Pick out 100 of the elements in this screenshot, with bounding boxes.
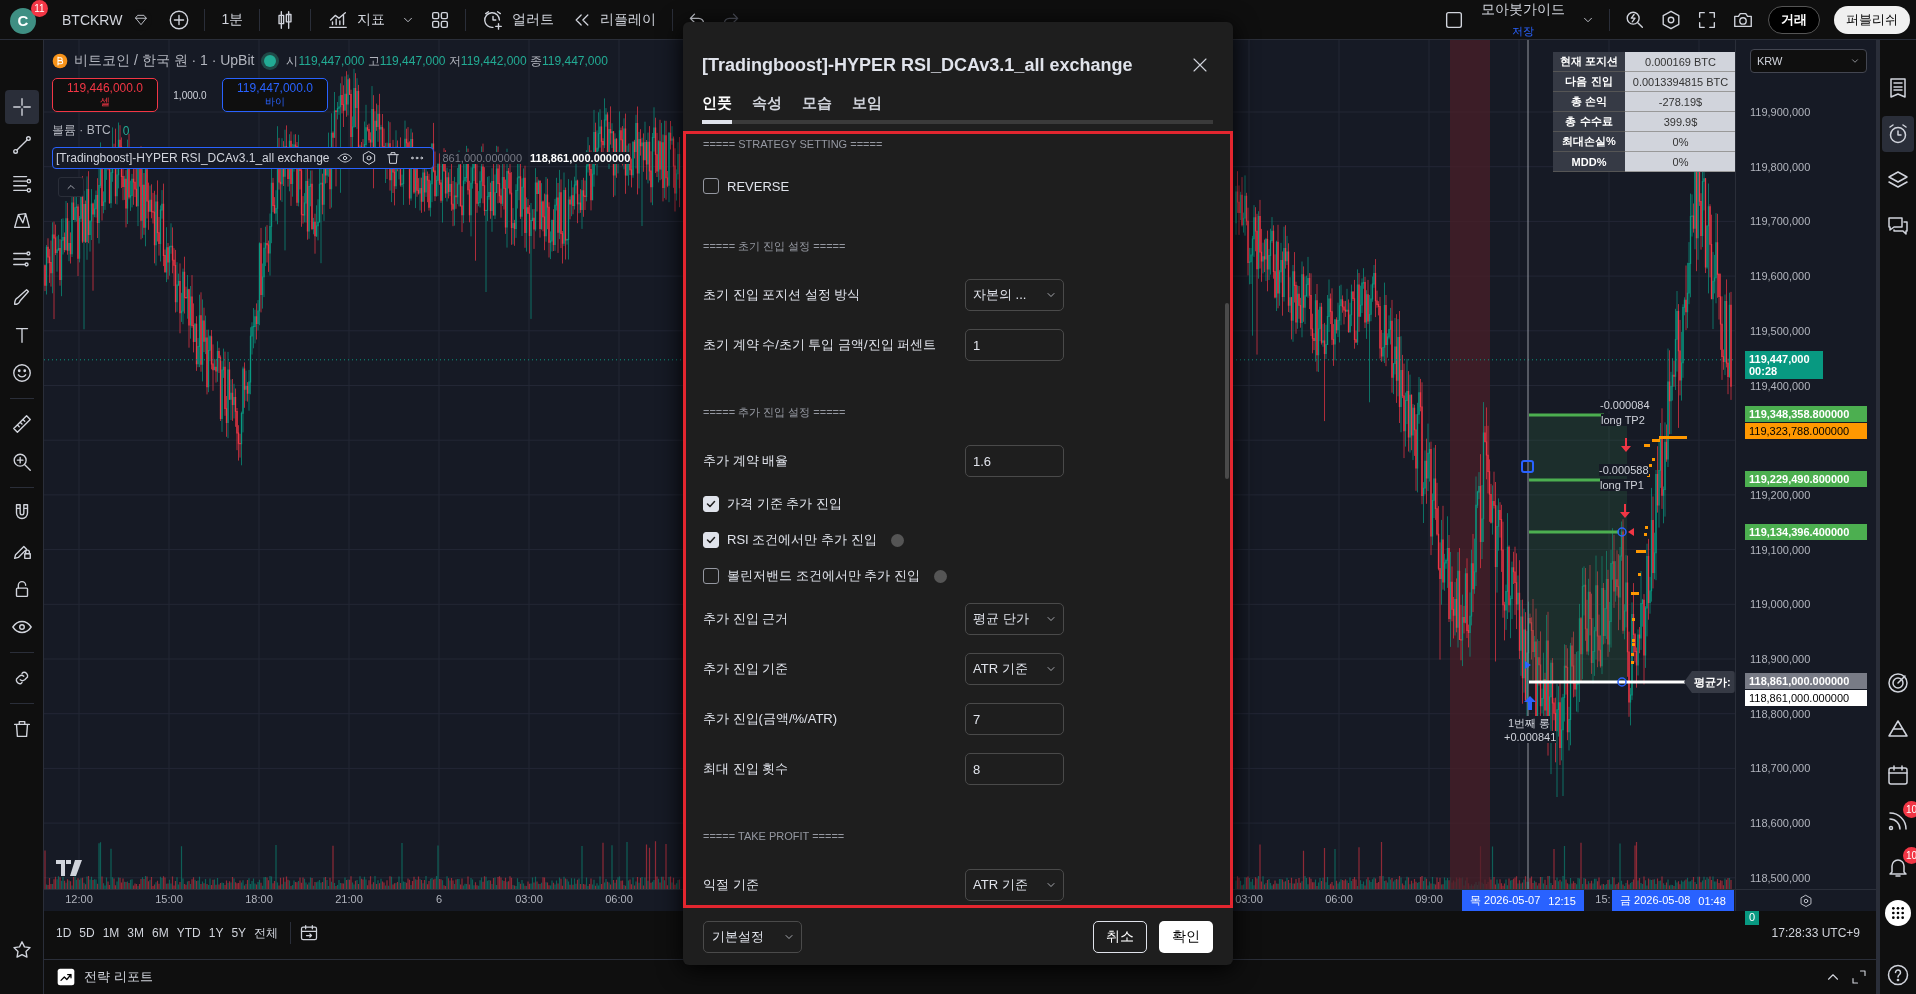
notification-badge: 11 — [31, 0, 48, 17]
checkbox-label: RSI 조건에서만 추가 진입 — [727, 531, 877, 549]
strategy-report-tab[interactable]: 전략 리포트 — [50, 965, 159, 988]
price-tag: 119,348,358.800000 — [1745, 406, 1867, 422]
field-label: 초기 계약 수/초기 투입 금액/진입 퍼센트 — [703, 336, 938, 354]
dropdown[interactable]: ATR 기준 — [965, 653, 1064, 685]
trash-icon[interactable] — [385, 150, 402, 166]
crosshair-icon[interactable] — [10, 96, 33, 118]
trade-button[interactable]: 거래 — [1768, 5, 1820, 34]
input-field[interactable]: 1.6 — [965, 445, 1064, 477]
price-tick: 118,800,000 — [1750, 707, 1811, 720]
range-button[interactable]: 6M — [148, 922, 173, 944]
range-button[interactable]: YTD — [172, 922, 205, 944]
tool-button[interactable] — [4, 90, 39, 124]
field-label: 초기 진입 포지션 설정 방식 — [703, 286, 862, 304]
dialog-tab[interactable]: 모습 — [802, 94, 832, 124]
sell-button[interactable]: 119,446,000.0 셀 — [52, 78, 158, 112]
strategy-icon — [56, 966, 76, 987]
interval-button[interactable]: 1분 — [219, 6, 246, 33]
volume-label: 볼륨 · BTC — [52, 122, 111, 139]
input-field[interactable]: 1 — [965, 329, 1064, 361]
order-marker — [1617, 527, 1627, 537]
indicators-button[interactable]: 지표 — [325, 4, 388, 35]
range-button[interactable]: 1D — [52, 922, 76, 944]
price-tick: 118,900,000 — [1750, 653, 1811, 665]
dialog-tab[interactable]: 인풋 — [702, 94, 732, 124]
notification-badge: 10 — [1902, 847, 1916, 864]
close-icon[interactable] — [1191, 56, 1209, 74]
table-label: 최대손실% — [1553, 132, 1625, 152]
take-profit-amount: -0.000588 — [1599, 464, 1649, 476]
volume-value: 0 — [122, 123, 130, 138]
publish-button[interactable]: 퍼블리쉬 — [1834, 5, 1910, 34]
forecast-lines-icon[interactable] — [10, 248, 33, 270]
order-marker — [1617, 677, 1627, 687]
ruler-icon[interactable] — [10, 413, 33, 435]
add-circle-icon[interactable] — [168, 8, 191, 31]
range-button[interactable]: 5Y — [227, 922, 251, 944]
settings-icon[interactable] — [1660, 8, 1682, 31]
clock-label: 17:28:33 UTC+9 — [1771, 926, 1860, 940]
indicator-legend[interactable]: [Tradingboost]-HYPER RSI_DCAv3.1_all exchange — [52, 147, 435, 169]
settings-icon[interactable] — [1799, 893, 1813, 908]
range-button[interactable]: 5D — [75, 922, 99, 944]
alarm-clock-icon[interactable] — [1886, 122, 1910, 146]
input-field[interactable]: 7 — [965, 703, 1064, 735]
time-tick: 03:00 — [1235, 893, 1263, 905]
diamond-icon[interactable] — [134, 12, 149, 27]
layout-name-button[interactable]: 모아봇가이드 저장 — [1479, 0, 1567, 41]
avatar[interactable]: C — [10, 7, 36, 34]
range-button[interactable]: 3M — [123, 922, 149, 944]
table-label: 총 손익 — [1553, 92, 1625, 112]
handle-square[interactable] — [1521, 460, 1534, 473]
sell-arrow — [1620, 504, 1630, 518]
defaults-dropdown[interactable]: 기본설정 — [703, 920, 802, 953]
price-tick: 119,400,000 — [1750, 379, 1811, 392]
trend-line-icon[interactable] — [10, 134, 33, 156]
dropdown[interactable]: ATR 기준 — [965, 869, 1064, 901]
smiley-icon[interactable] — [10, 362, 33, 384]
price-tick: 119,100,000 — [1750, 543, 1811, 556]
star-icon[interactable] — [10, 939, 33, 961]
symbol-title: 비트코인 / 한국 원 · 1 · UpBit — [74, 52, 255, 70]
replay-button[interactable]: 리플레이 — [570, 5, 659, 34]
eye-icon[interactable] — [337, 150, 354, 166]
settings-icon[interactable] — [361, 150, 378, 166]
checkbox[interactable] — [703, 178, 719, 194]
cancel-button[interactable]: 취소 — [1093, 920, 1147, 953]
range-button[interactable]: 전체 — [250, 920, 283, 946]
time-tick: 15: — [1595, 893, 1611, 905]
dropdown[interactable]: 자본의 ... — [965, 279, 1064, 311]
alert-button[interactable]: 얼러트 — [480, 4, 557, 35]
price-tag: 119,447,000 00:28 — [1745, 351, 1823, 379]
symbol-search-button[interactable]: BTCKRW — [60, 5, 155, 34]
currency-dropdown[interactable]: KRW — [1750, 49, 1867, 73]
chat-icon[interactable] — [1886, 214, 1910, 238]
sidebar-button[interactable] — [1882, 116, 1914, 152]
dialog-tab[interactable]: 속성 — [752, 94, 782, 124]
indicator-value: 118,861,000.000000 — [530, 152, 631, 164]
calendar-range-icon[interactable] — [299, 923, 320, 943]
maximize-icon[interactable] — [1850, 967, 1868, 986]
price-tick: 118,500,000 — [1750, 871, 1811, 884]
input-field[interactable]: 8 — [965, 753, 1064, 785]
range-button[interactable]: 1Y — [204, 922, 228, 944]
help-icon[interactable] — [1886, 963, 1910, 987]
calendar-icon[interactable] — [1886, 763, 1910, 787]
price-tick: 119,000,000 — [1750, 598, 1811, 611]
average-price-tag: 평균가: — [1684, 671, 1735, 693]
checkbox-label: 가격 기준 추가 진입 — [727, 495, 842, 513]
ok-button[interactable]: 확인 — [1159, 920, 1213, 953]
target-icon[interactable] — [1886, 671, 1910, 695]
buy-button[interactable]: 119,447,000.0 바이 — [222, 78, 328, 112]
ohlc-values: 시 119,447,000 고119,447,000 저119,442,000 종119,447,000 — [286, 52, 608, 70]
table-value: 0% — [1625, 132, 1735, 152]
apps-button[interactable] — [1885, 900, 1911, 926]
table-label: MDD% — [1553, 152, 1625, 172]
range-button[interactable]: 1M — [98, 922, 124, 944]
checkbox[interactable] — [703, 568, 719, 584]
dialog-tab[interactable]: 보임 — [852, 94, 882, 124]
dropdown[interactable]: 평균 단가 — [965, 603, 1064, 635]
scrollbar-thumb[interactable] — [1225, 303, 1229, 479]
table-value: 0% — [1625, 152, 1735, 172]
time-tick: 15:00 — [155, 893, 183, 905]
